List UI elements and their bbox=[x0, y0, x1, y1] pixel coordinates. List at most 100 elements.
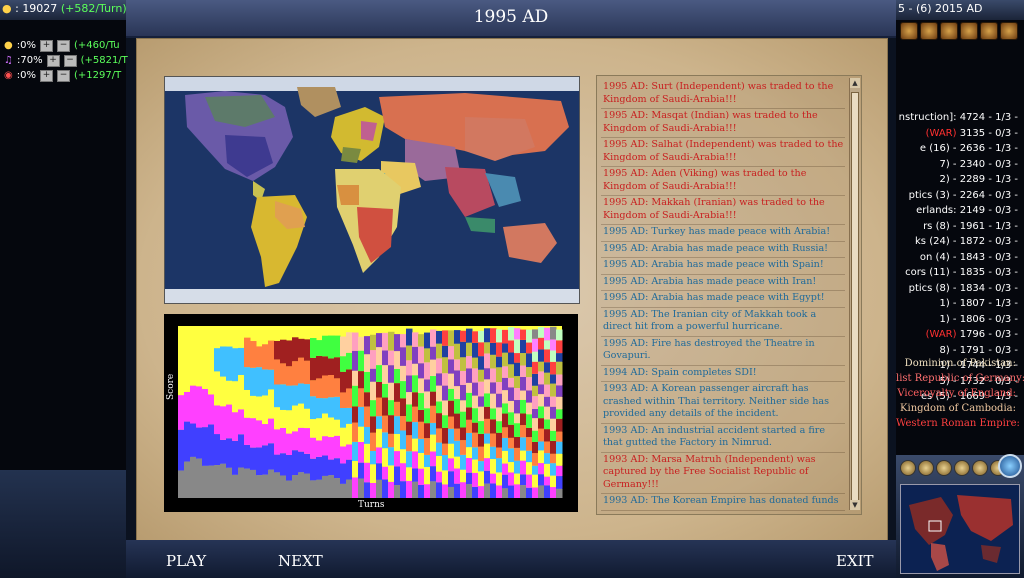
graph-band bbox=[412, 451, 419, 469]
graph-band bbox=[490, 342, 497, 355]
event-entry: 1994 AD: Spain completes SDI! bbox=[601, 366, 845, 382]
play-button[interactable]: PLAY bbox=[166, 552, 206, 570]
scoreboard-row[interactable]: rs (8) - 1961 - 1/3 - bbox=[896, 221, 1024, 237]
scoreboard-row[interactable]: e (16) - 2636 - 1/3 - bbox=[896, 143, 1024, 159]
graph-band bbox=[376, 381, 383, 398]
graph-band bbox=[454, 440, 461, 457]
graph-band bbox=[502, 329, 509, 344]
graph-band bbox=[292, 450, 299, 476]
magnifier-icon[interactable] bbox=[998, 454, 1022, 478]
scoreboard-row[interactable]: 1) - 1806 - 0/3 - bbox=[896, 314, 1024, 330]
rate-value: (+460/Tu bbox=[73, 40, 120, 51]
decrease-rate-button[interactable]: − bbox=[56, 39, 70, 52]
graph-band bbox=[448, 486, 455, 498]
scroll-up-arrow-icon[interactable]: ▲ bbox=[850, 78, 860, 88]
graph-band bbox=[244, 417, 251, 445]
graph-band bbox=[274, 407, 281, 430]
scroll-down-arrow-icon[interactable]: ▼ bbox=[850, 500, 860, 510]
civ-name[interactable]: list Republic of Germany: bbox=[896, 373, 1024, 388]
scoreboard-row[interactable]: cors (11) - 1835 - 0/3 - bbox=[896, 267, 1024, 283]
player-name: ptics (3) - bbox=[908, 189, 957, 201]
graph-band bbox=[274, 384, 281, 408]
graph-band bbox=[490, 446, 497, 460]
rate-percent: :0% bbox=[16, 70, 36, 81]
event-log-scrollbar[interactable]: ▲ ▼ bbox=[849, 78, 860, 510]
scoreboard-row[interactable]: ks (24) - 1872 - 0/3 - bbox=[896, 236, 1024, 252]
graph-band bbox=[478, 330, 485, 343]
graph-band bbox=[514, 473, 521, 485]
scoreboard-row[interactable]: 1) - 1807 - 1/3 - bbox=[896, 298, 1024, 314]
civ-name[interactable]: Dominion of Pakistan: bbox=[896, 358, 1024, 373]
graph-band bbox=[460, 469, 467, 483]
graph-band bbox=[538, 474, 545, 486]
minimap-button[interactable] bbox=[954, 460, 970, 476]
advisor-button[interactable] bbox=[940, 22, 958, 40]
increase-rate-button[interactable]: + bbox=[39, 39, 53, 52]
graph-band bbox=[454, 456, 461, 469]
advisor-button[interactable] bbox=[900, 22, 918, 40]
next-button[interactable]: NEXT bbox=[278, 552, 323, 570]
decrease-rate-button[interactable]: − bbox=[63, 54, 77, 67]
increase-rate-button[interactable]: + bbox=[39, 69, 53, 82]
civ-name[interactable]: Western Roman Empire: bbox=[896, 418, 1024, 433]
scoreboard-row[interactable]: (WAR) 3135 - 0/3 - bbox=[896, 128, 1024, 144]
graph-band bbox=[532, 465, 539, 475]
culture-icon: ◉ bbox=[4, 70, 13, 81]
graph-band bbox=[256, 396, 263, 421]
gold-icon: ● bbox=[2, 2, 12, 15]
graph-band bbox=[478, 406, 485, 422]
minimap-button[interactable] bbox=[900, 460, 916, 476]
graph-band bbox=[478, 486, 485, 498]
increase-rate-button[interactable]: + bbox=[46, 54, 60, 67]
advisor-button[interactable] bbox=[920, 22, 938, 40]
graph-band bbox=[316, 355, 323, 379]
minimap-button[interactable] bbox=[972, 460, 988, 476]
graph-band bbox=[184, 350, 191, 392]
graph-band bbox=[442, 484, 449, 498]
event-entry: 1993 AD: A Korean passenger aircraft has… bbox=[601, 382, 845, 424]
event-entry: 1995 AD: Salhat (Independent) was traded… bbox=[601, 138, 845, 167]
scoreboard-row[interactable]: on (4) - 1843 - 0/3 - bbox=[896, 252, 1024, 268]
graph-band bbox=[346, 479, 353, 498]
scoreboard-row[interactable]: ptics (3) - 2264 - 0/3 - bbox=[896, 190, 1024, 206]
graph-band bbox=[526, 390, 533, 403]
graph-band bbox=[214, 465, 221, 498]
graph-band bbox=[514, 413, 521, 424]
graph-band bbox=[442, 415, 449, 428]
scoreboard-row[interactable]: erlands: 2149 - 0/3 - bbox=[896, 205, 1024, 221]
graph-band bbox=[436, 330, 443, 344]
event-entry: 1995 AD: Arabia has made peace with Egyp… bbox=[601, 291, 845, 308]
graph-band bbox=[556, 409, 563, 419]
scoreboard-row[interactable]: 7) - 2340 - 0/3 - bbox=[896, 159, 1024, 175]
graph-band bbox=[292, 385, 299, 406]
civ-name[interactable]: Viceroyalty of England: bbox=[896, 388, 1024, 403]
advisor-button[interactable] bbox=[1000, 22, 1018, 40]
scoreboard-row[interactable]: nstruction]: 4724 - 1/3 - bbox=[896, 112, 1024, 128]
graph-band bbox=[358, 462, 365, 479]
minimap-button[interactable] bbox=[918, 460, 934, 476]
player-score: 2149 - 0/3 - bbox=[959, 205, 1018, 216]
graph-band bbox=[394, 369, 401, 384]
graph-band bbox=[550, 440, 557, 454]
graph-band bbox=[514, 436, 521, 448]
scoreboard-row[interactable]: ptics (8) - 1834 - 0/3 - bbox=[896, 283, 1024, 299]
event-entry: 1995 AD: Makkah (Iranian) was traded to … bbox=[601, 196, 845, 225]
minimap[interactable] bbox=[900, 484, 1020, 574]
scoreboard-row[interactable]: 2) - 2289 - 1/3 - bbox=[896, 174, 1024, 190]
graph-band bbox=[550, 374, 557, 384]
minimap-button[interactable] bbox=[936, 460, 952, 476]
exit-button[interactable]: EXIT bbox=[836, 552, 874, 570]
scrollbar-thumb[interactable] bbox=[851, 92, 859, 502]
event-entry: 1995 AD: Turkey has made peace with Arab… bbox=[601, 225, 845, 242]
player-name: rs (8) - bbox=[923, 220, 957, 232]
graph-band bbox=[346, 332, 353, 353]
advisor-button[interactable] bbox=[980, 22, 998, 40]
advisor-button[interactable] bbox=[960, 22, 978, 40]
civ-name[interactable]: Kingdom of Cambodia: bbox=[896, 403, 1024, 418]
scoreboard-row[interactable]: (WAR) 1796 - 0/3 - bbox=[896, 329, 1024, 345]
graph-band bbox=[346, 388, 353, 408]
player-name: 8) - bbox=[939, 344, 957, 356]
graph-band bbox=[364, 426, 371, 444]
decrease-rate-button[interactable]: − bbox=[56, 69, 70, 82]
graph-band bbox=[484, 433, 491, 444]
